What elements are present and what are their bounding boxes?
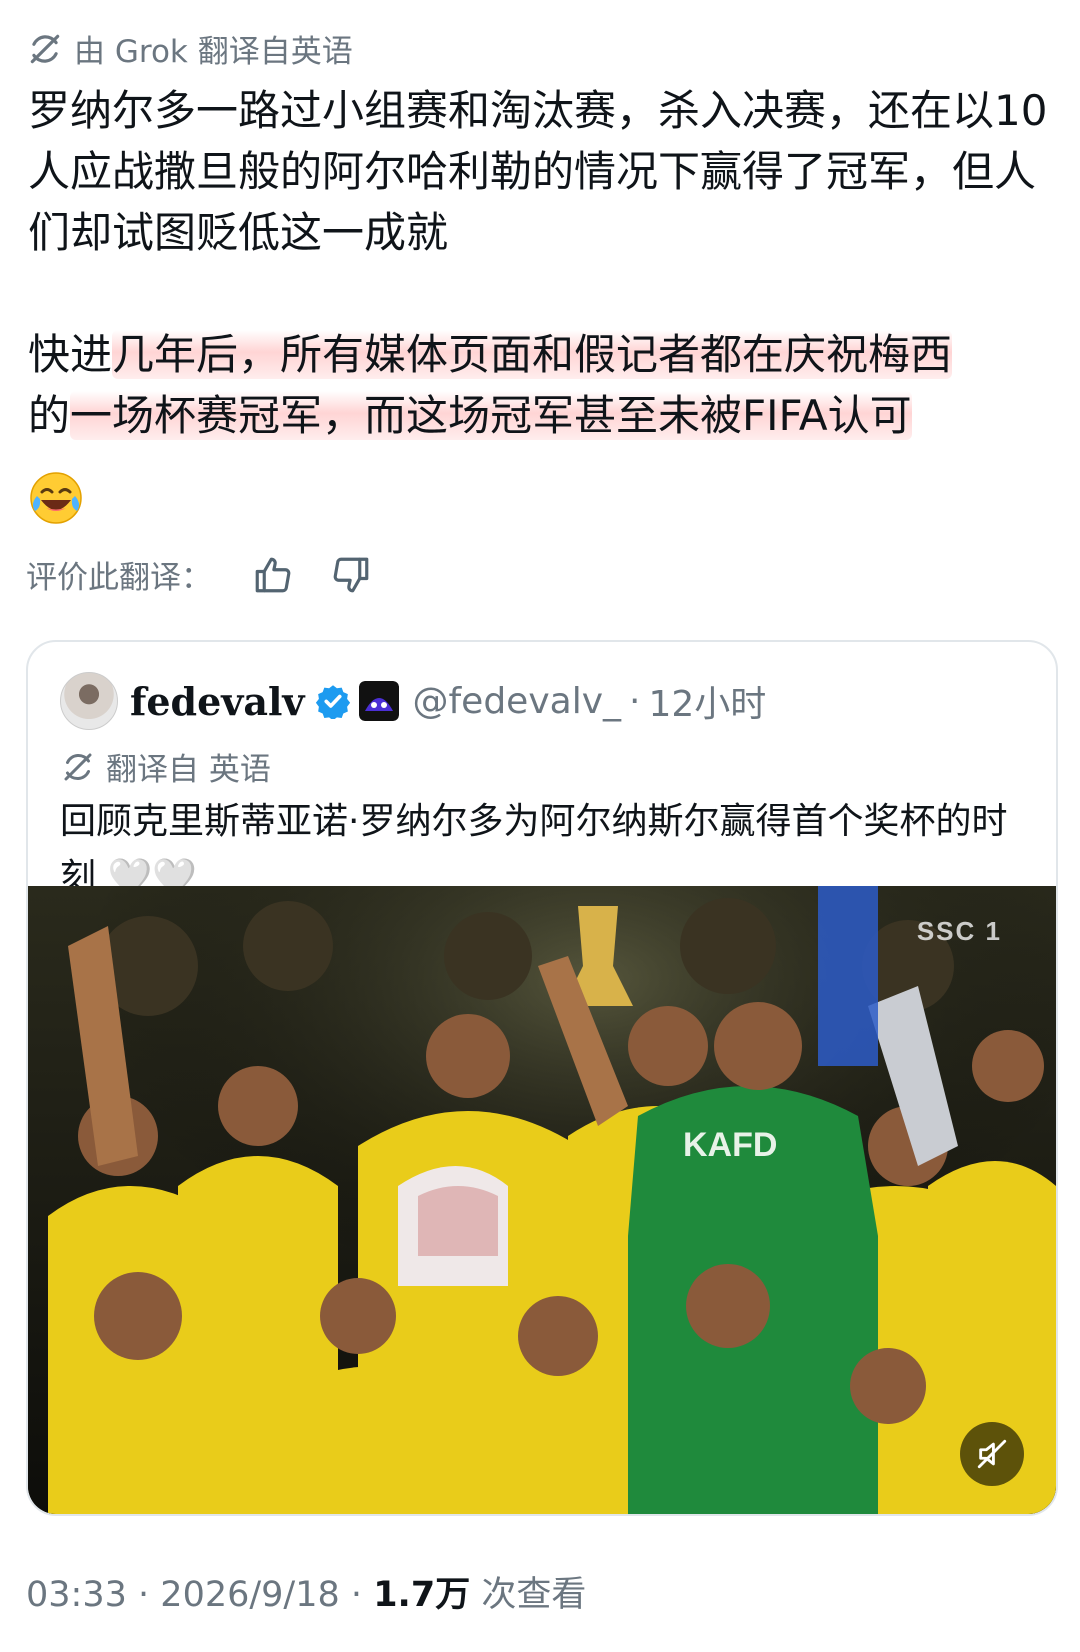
video-frame-illustration: KAFD bbox=[28, 886, 1056, 1514]
post-meta: 03:33 · 2026/9/18 · 1.7万 次查看 bbox=[26, 1566, 586, 1617]
rate-translation-label: 评价此翻译： bbox=[26, 560, 212, 596]
quoted-author-name[interactable]: fedevalv bbox=[130, 679, 305, 724]
rate-translation-row: 评价此翻译： bbox=[26, 552, 372, 597]
translate-icon bbox=[30, 34, 60, 63]
quoted-translation-label: 翻译自 英语 bbox=[60, 744, 271, 789]
quoted-author-handle[interactable]: @fedevalv_ bbox=[413, 681, 622, 722]
post-date[interactable]: 2026/9/18 bbox=[160, 1575, 339, 1615]
translate-icon bbox=[64, 753, 92, 780]
tears-of-joy-emoji-icon bbox=[30, 472, 82, 524]
post-paragraph-2: 快进几年后，所有媒体页面和假记者都在庆祝梅西 的一场杯赛冠军，而这场冠军甚至未被… bbox=[28, 324, 1058, 446]
highlighted-text-line-1: 几年后，所有媒体页面和假记者都在庆祝梅西 bbox=[112, 330, 953, 379]
muted-speaker-icon bbox=[977, 1439, 1007, 1469]
thumbs-up-icon[interactable] bbox=[252, 554, 294, 596]
meta-separator: · bbox=[350, 1575, 363, 1615]
affiliate-badge-icon bbox=[358, 681, 399, 721]
jersey-sponsor-text: KAFD bbox=[683, 1126, 777, 1164]
meta-separator: · bbox=[629, 680, 641, 722]
quoted-post-header: fedevalv @fedevalv_ · 12小时 bbox=[60, 672, 766, 730]
post-time[interactable]: 03:33 bbox=[26, 1575, 127, 1615]
meta-separator: · bbox=[138, 1575, 150, 1615]
highlighted-text-line-2: 一场杯赛冠军，而这场冠军甚至未被FIFA认可 bbox=[70, 391, 912, 440]
quoted-translation-text: 翻译自 英语 bbox=[106, 752, 271, 788]
post-paragraph-2-line2-start: 的 bbox=[28, 391, 71, 440]
views-label: 次查看 bbox=[481, 1575, 587, 1615]
post-paragraph-2-start: 快进 bbox=[28, 330, 113, 379]
quoted-post-time[interactable]: 12小时 bbox=[648, 675, 766, 727]
avatar[interactable] bbox=[60, 672, 118, 730]
views-count: 1.7万 bbox=[373, 1575, 471, 1615]
grok-translation-label: 由 Grok 翻译自英语 bbox=[26, 26, 353, 71]
verified-badge-icon bbox=[315, 685, 350, 719]
channel-watermark: SSC 1 bbox=[916, 916, 1002, 946]
mute-button[interactable] bbox=[960, 1422, 1024, 1486]
quoted-video[interactable]: KAFD SSC 1 bbox=[28, 886, 1056, 1514]
post-body: 罗纳尔多一路过小组赛和淘汰赛，杀入决赛，还在以10人应战撒旦般的阿尔哈利勒的情况… bbox=[28, 80, 1058, 446]
translation-source-text: 由 Grok 翻译自英语 bbox=[74, 34, 353, 70]
quoted-post-card[interactable]: fedevalv @fedevalv_ · 12小时 翻译自 英语 回顾克里斯蒂… bbox=[26, 640, 1058, 1516]
post-paragraph-1: 罗纳尔多一路过小组赛和淘汰赛，杀入决赛，还在以10人应战撒旦般的阿尔哈利勒的情况… bbox=[28, 86, 1048, 257]
thumbs-down-icon[interactable] bbox=[330, 554, 372, 596]
